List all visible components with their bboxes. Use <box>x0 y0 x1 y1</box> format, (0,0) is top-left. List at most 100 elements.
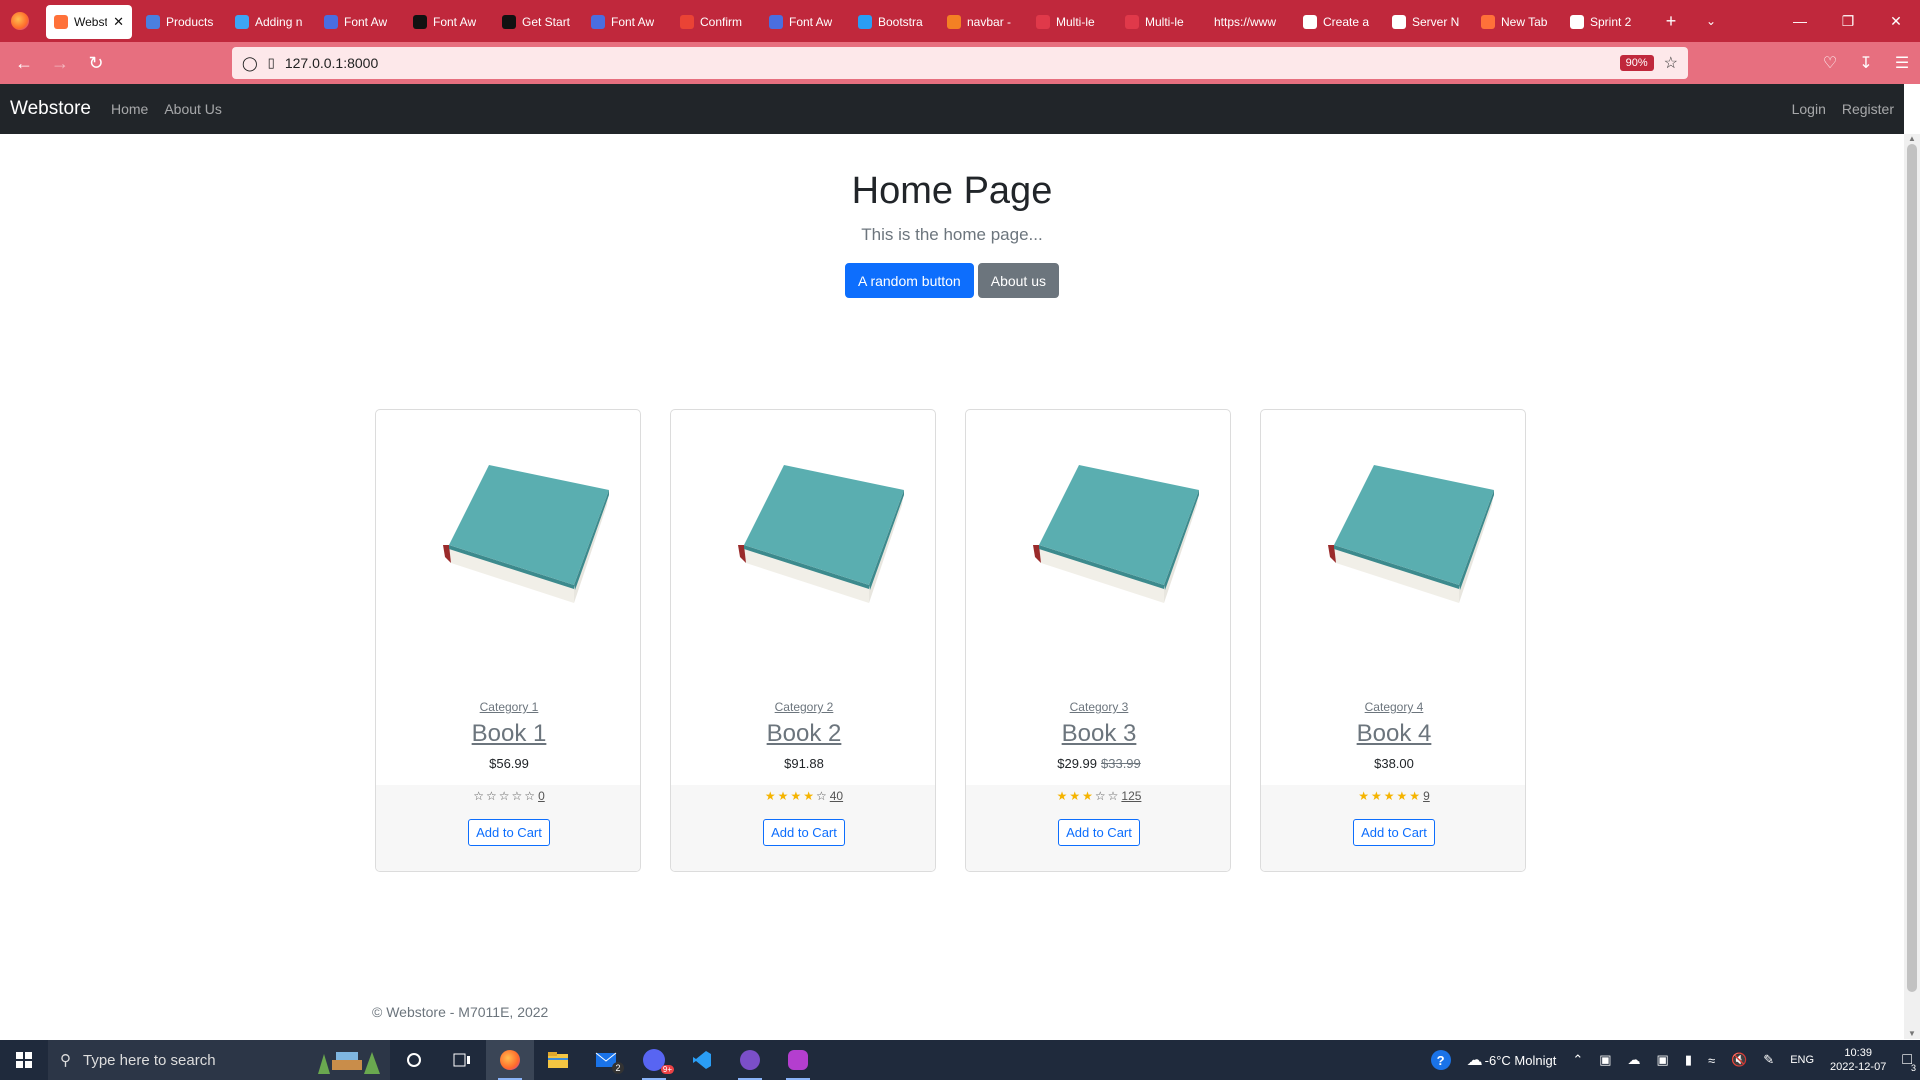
url-text[interactable]: 127.0.0.1:8000 <box>285 55 378 71</box>
about-us-button[interactable]: About us <box>977 263 1059 298</box>
product-title-link[interactable]: Book 2 <box>671 720 935 748</box>
product-image[interactable] <box>376 410 640 670</box>
new-tab-button[interactable]: + <box>1651 0 1691 42</box>
weather-text[interactable]: -6°C Molnigt <box>1485 1053 1557 1068</box>
browser-tab[interactable]: Sprint 2 <box>1562 5 1651 39</box>
battery-icon[interactable]: ▮ <box>1685 1052 1692 1068</box>
product-image[interactable] <box>1261 410 1525 670</box>
browser-tab[interactable]: Font Aw <box>583 5 672 39</box>
browser-tab[interactable]: navbar - <box>939 5 1028 39</box>
product-image[interactable] <box>671 410 935 670</box>
browser-tab[interactable]: Get Start <box>494 5 583 39</box>
browser-tab[interactable]: Multi-le <box>1028 5 1117 39</box>
taskbar-search-box[interactable]: ⚲ Type here to search <box>48 1040 390 1080</box>
product-category-link[interactable]: Category 2 <box>671 700 935 714</box>
browser-tab[interactable]: Font Aw <box>405 5 494 39</box>
discord-icon[interactable]: 9+ <box>630 1040 678 1080</box>
review-count-link[interactable]: 40 <box>830 789 843 803</box>
product-price: $29.99 $33.99 <box>966 756 1230 771</box>
windows-start-icon[interactable] <box>0 1040 48 1080</box>
add-to-cart-button[interactable]: Add to Cart <box>763 819 845 846</box>
browser-tab[interactable]: Multi-le <box>1117 5 1206 39</box>
add-to-cart-button[interactable]: Add to Cart <box>1353 819 1435 846</box>
review-count-link[interactable]: 125 <box>1121 789 1141 803</box>
browser-tab-strip: Webstore ✕ Products Adding n Font Aw Font Aw G… <box>0 0 1920 42</box>
browser-tab[interactable]: Confirm <box>672 5 761 39</box>
scrollbar-thumb[interactable] <box>1907 144 1917 992</box>
brand-link[interactable]: Webstore <box>10 98 91 120</box>
github-desktop-icon[interactable] <box>726 1040 774 1080</box>
vscode-icon[interactable] <box>678 1040 726 1080</box>
browser-tab[interactable]: Adding n <box>227 5 316 39</box>
browser-tab[interactable]: Webstore ✕ <box>46 5 132 39</box>
firefox-logo-icon[interactable] <box>0 0 40 42</box>
product-card: Category 1 Book 1 $56.99 ☆ ☆ ☆ ☆ ☆ 0 Add to Cart <box>375 409 641 872</box>
browser-tab[interactable]: New Tab <box>1473 5 1562 39</box>
browser-tab[interactable]: Create a <box>1295 5 1384 39</box>
product-category-link[interactable]: Category 1 <box>376 700 640 714</box>
file-explorer-icon[interactable] <box>534 1040 582 1080</box>
add-to-cart-button[interactable]: Add to Cart <box>468 819 550 846</box>
tab-label: Confirm <box>700 15 743 29</box>
restore-icon[interactable]: ❐ <box>1824 0 1872 42</box>
star-filled-icon: ★ <box>1409 789 1421 803</box>
close-window-icon[interactable]: ✕ <box>1872 0 1920 42</box>
firefox-taskbar-icon[interactable] <box>486 1040 534 1080</box>
browser-tab[interactable]: Font Aw <box>316 5 405 39</box>
nav-login-link[interactable]: Login <box>1792 101 1826 117</box>
browser-tab[interactable]: https://www <box>1206 5 1295 39</box>
zoom-badge[interactable]: 90% <box>1619 55 1654 71</box>
cortana-icon[interactable] <box>390 1040 438 1080</box>
forward-button[interactable]: → <box>42 45 78 81</box>
page-icon: ▯ <box>267 55 275 70</box>
downloads-icon[interactable]: ↧ <box>1848 42 1884 84</box>
nav-register-link[interactable]: Register <box>1842 101 1894 117</box>
review-count-link[interactable]: 0 <box>538 789 545 803</box>
pen-icon[interactable]: ✎ <box>1763 1052 1774 1068</box>
screen-icon[interactable]: ▣ <box>1657 1052 1669 1068</box>
bookmark-star-icon[interactable]: ☆ <box>1664 53 1678 73</box>
page-scrollbar[interactable]: ▲ ▼ <box>1904 134 1920 1039</box>
shield-icon[interactable]: ◯ <box>242 55 258 72</box>
add-to-cart-button[interactable]: Add to Cart <box>1058 819 1140 846</box>
app-purple-icon[interactable] <box>774 1040 822 1080</box>
wifi-icon[interactable]: ≈ <box>1708 1053 1715 1068</box>
browser-tab[interactable]: Server N <box>1384 5 1473 39</box>
browser-tab[interactable]: Products <box>138 5 227 39</box>
product-category-link[interactable]: Category 4 <box>1261 700 1525 714</box>
product-category-link[interactable]: Category 3 <box>966 700 1230 714</box>
meet-now-icon[interactable]: ▣ <box>1599 1052 1611 1068</box>
menu-icon[interactable]: ☰ <box>1884 42 1920 84</box>
product-title-link[interactable]: Book 3 <box>966 720 1230 748</box>
minimize-icon[interactable]: — <box>1776 0 1824 42</box>
product-price: $91.88 <box>671 756 935 771</box>
random-button[interactable]: A random button <box>844 263 974 298</box>
nav-about-link[interactable]: About Us <box>164 101 222 117</box>
back-button[interactable]: ← <box>6 45 42 81</box>
product-image[interactable] <box>966 410 1230 670</box>
scroll-down-icon[interactable]: ▼ <box>1904 1029 1920 1039</box>
product-title-link[interactable]: Book 1 <box>376 720 640 748</box>
chevron-up-icon[interactable]: ⌃ <box>1572 1052 1583 1068</box>
nav-home-link[interactable]: Home <box>111 101 148 117</box>
pocket-icon[interactable]: ♡ <box>1812 42 1848 84</box>
weather-cloud-icon[interactable]: ☁ <box>1467 1050 1483 1070</box>
scroll-up-icon[interactable]: ▲ <box>1904 134 1920 144</box>
url-bar[interactable]: ◯ ▯ 127.0.0.1:8000 90% ☆ <box>232 47 1688 79</box>
browser-tab[interactable]: Bootstra <box>850 5 939 39</box>
reload-button[interactable]: ↻ <box>78 45 114 81</box>
onedrive-icon[interactable]: ☁ <box>1628 1052 1641 1068</box>
product-title-link[interactable]: Book 4 <box>1261 720 1525 748</box>
mail-icon[interactable]: 2 <box>582 1040 630 1080</box>
help-icon[interactable]: ? <box>1430 1050 1451 1070</box>
browser-tab[interactable]: Font Aw <box>761 5 850 39</box>
task-view-icon[interactable] <box>438 1040 486 1080</box>
clock[interactable]: 10:39 2022-12-07 <box>1830 1046 1886 1074</box>
volume-muted-icon[interactable]: 🔇 <box>1731 1052 1747 1068</box>
notifications-icon[interactable]: □ 3 <box>1902 1051 1916 1073</box>
list-all-tabs-button[interactable]: ⌄ <box>1691 0 1731 42</box>
tab-favicon-icon <box>769 15 783 29</box>
review-count-link[interactable]: 9 <box>1423 789 1430 803</box>
close-tab-icon[interactable]: ✕ <box>113 14 124 30</box>
language-indicator[interactable]: ENG <box>1790 1054 1814 1066</box>
